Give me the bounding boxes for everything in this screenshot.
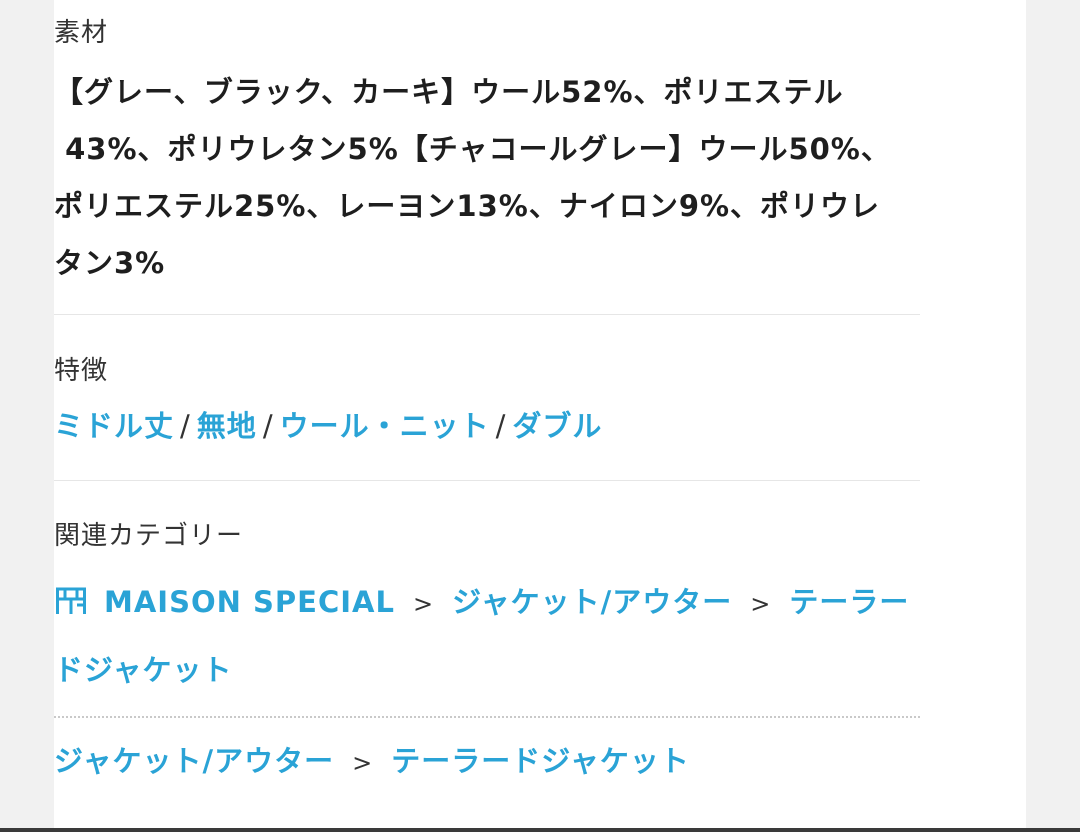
- material-line: 43%、ポリウレタン5%【チャコールグレー】ウール50%、: [54, 132, 891, 166]
- material-line: タン3%: [54, 246, 166, 280]
- shop-icon: [56, 587, 86, 614]
- general-category-line: ジャケット/アウター > テーラードジャケット: [54, 728, 920, 796]
- feature-link-double[interactable]: ダブル: [512, 409, 602, 443]
- brand-category-path: MAISON SPECIAL > ジャケット/アウター > テーラー ドジャケット: [54, 569, 920, 703]
- general-category-link-jackets-outerwear[interactable]: ジャケット/アウター: [54, 744, 334, 778]
- material-label: 素材: [54, 18, 109, 48]
- feature-link-wool-knit[interactable]: ウール・ニット: [280, 409, 490, 443]
- general-category-link-tailored-jacket[interactable]: テーラードジャケット: [391, 744, 690, 778]
- material-line: 【グレー、ブラック、カーキ】ウール52%、ポリエステル: [54, 75, 844, 109]
- material-section: 素材 【グレー、ブラック、カーキ】ウール52%、ポリエステル 43%、ポリウレタ…: [54, 18, 920, 292]
- feature-separator: /: [262, 409, 274, 443]
- related-categories-section: 関連カテゴリー MAISON SPECIAL > ジャケット/アウター > テーラー ド…: [54, 521, 920, 703]
- material-description: 【グレー、ブラック、カーキ】ウール52%、ポリエステル 43%、ポリウレタン5%…: [54, 64, 920, 292]
- brand-category-line-wrap: ドジャケット: [54, 637, 920, 703]
- related-categories-label: 関連カテゴリー: [54, 521, 244, 551]
- category-link-tailored-jacket[interactable]: テーラー: [789, 585, 909, 619]
- features-section: 特徴 ミドル丈 / 無地 / ウール・ニット / ダブル: [54, 356, 920, 446]
- features-label: 特徴: [54, 356, 109, 386]
- bottom-bar: [0, 828, 1080, 832]
- feature-link-midi-length[interactable]: ミドル丈: [54, 409, 174, 443]
- section-divider: [54, 314, 920, 315]
- breadcrumb-separator: >: [750, 590, 772, 618]
- feature-separator: /: [180, 409, 191, 443]
- brand-link[interactable]: MAISON SPECIAL: [104, 585, 395, 619]
- dotted-divider: [54, 716, 920, 718]
- category-link-jackets-outerwear[interactable]: ジャケット/アウター: [452, 585, 732, 619]
- section-divider: [54, 480, 920, 481]
- general-category-path: ジャケット/アウター > テーラードジャケット: [54, 728, 920, 796]
- feature-link-plain[interactable]: 無地: [197, 409, 257, 443]
- breadcrumb-separator: >: [352, 749, 374, 777]
- features-list: ミドル丈 / 無地 / ウール・ニット / ダブル: [54, 406, 920, 446]
- breadcrumb-separator: >: [412, 590, 435, 618]
- category-link-tailored-jacket-cont[interactable]: ドジャケット: [54, 653, 233, 687]
- feature-separator: /: [495, 409, 507, 443]
- material-line: ポリエステル25%、レーヨン13%、ナイロン9%、ポリウレ: [54, 189, 881, 223]
- brand-category-line: MAISON SPECIAL > ジャケット/アウター > テーラー: [54, 569, 920, 637]
